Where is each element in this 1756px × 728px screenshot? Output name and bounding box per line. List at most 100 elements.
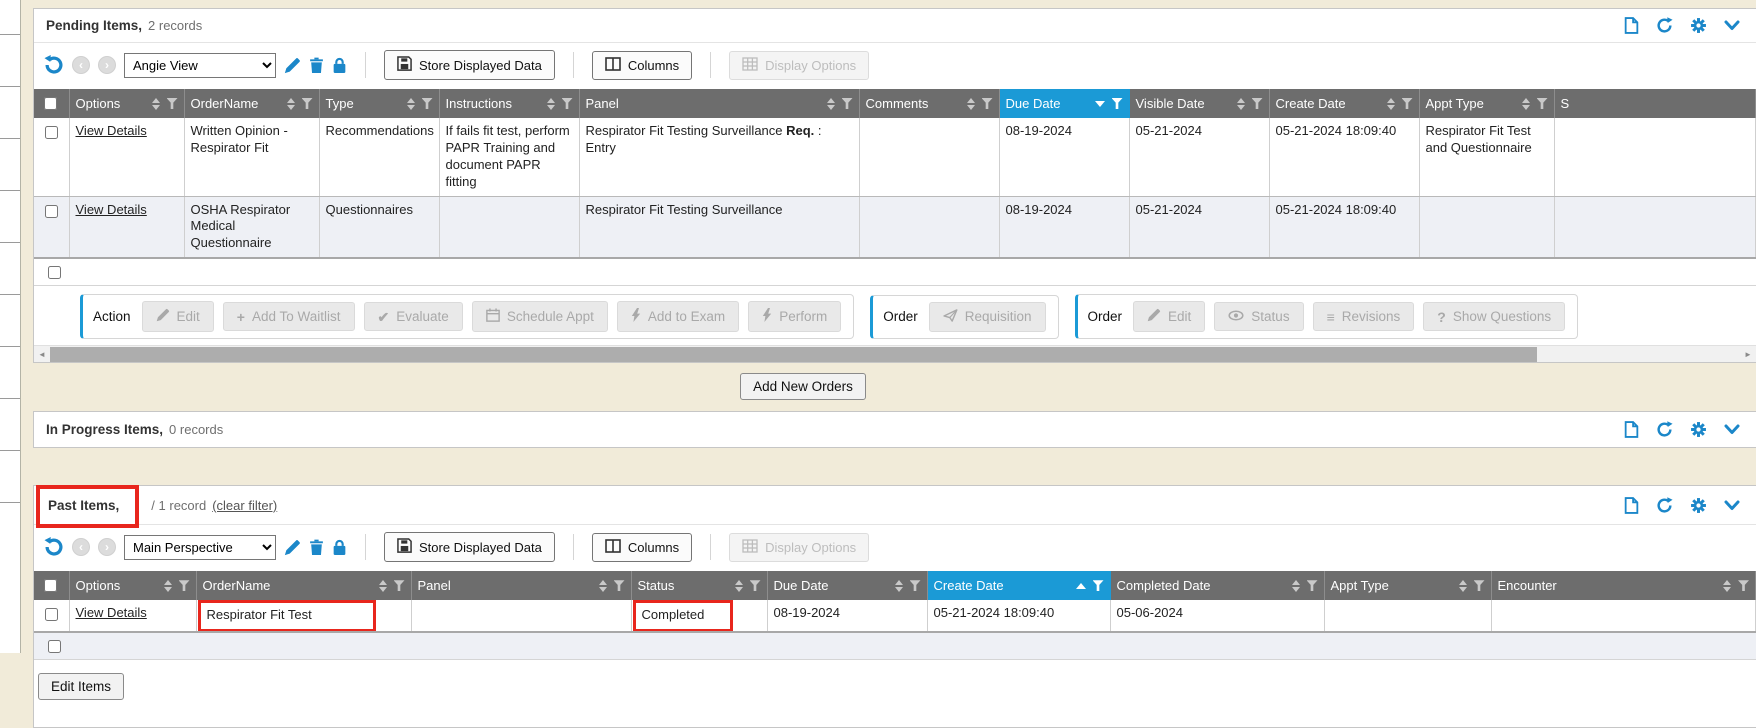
- sort-icon[interactable]: [599, 580, 607, 592]
- sort-icon[interactable]: [1292, 580, 1300, 592]
- view-details-link[interactable]: View Details: [76, 605, 147, 620]
- refresh-icon[interactable]: [1656, 17, 1673, 34]
- sort-icon[interactable]: [1459, 580, 1467, 592]
- row-checkbox[interactable]: [45, 608, 58, 621]
- refresh-icon[interactable]: [1656, 421, 1673, 438]
- prev-view-button[interactable]: ‹: [72, 538, 90, 556]
- column-header-due-date[interactable]: Due Date: [767, 571, 927, 600]
- sort-icon[interactable]: [895, 580, 903, 592]
- scrollbar-track[interactable]: [50, 346, 1740, 362]
- new-document-icon[interactable]: [1624, 421, 1639, 438]
- collapse-chevron-icon[interactable]: [1724, 500, 1740, 511]
- sort-icon[interactable]: [1237, 98, 1245, 110]
- reset-view-icon[interactable]: [44, 537, 64, 557]
- scroll-left-arrow[interactable]: ◄: [34, 346, 50, 363]
- column-header-options[interactable]: Options: [69, 89, 184, 118]
- sort-icon[interactable]: [967, 98, 975, 110]
- filter-funnel-icon[interactable]: [394, 580, 405, 591]
- filter-funnel-icon[interactable]: [179, 580, 190, 591]
- filter-funnel-icon[interactable]: [562, 98, 573, 109]
- column-header-visible-date[interactable]: Visible Date: [1129, 89, 1269, 118]
- add-to-exam-button[interactable]: Add to Exam: [617, 301, 739, 332]
- delete-view-trash-icon[interactable]: [309, 57, 324, 74]
- select-all-checkbox[interactable]: [44, 579, 57, 592]
- sort-icon[interactable]: [1723, 580, 1731, 592]
- store-displayed-data-button[interactable]: Store Displayed Data: [384, 532, 555, 562]
- column-header-completed-date[interactable]: Completed Date: [1110, 571, 1324, 600]
- view-selector[interactable]: Angie View: [124, 53, 276, 78]
- sort-icon[interactable]: [152, 98, 160, 110]
- perform-button[interactable]: Perform: [748, 301, 841, 332]
- column-header-panel[interactable]: Panel: [579, 89, 859, 118]
- sort-icon[interactable]: [1387, 98, 1395, 110]
- filter-funnel-icon[interactable]: [167, 98, 178, 109]
- show-questions-button[interactable]: ?Show Questions: [1423, 302, 1565, 331]
- column-header-cut-off[interactable]: S: [1554, 89, 1756, 118]
- prev-view-button[interactable]: ‹: [72, 56, 90, 74]
- column-header-status[interactable]: Status: [631, 571, 767, 600]
- column-header-encounter[interactable]: Encounter: [1491, 571, 1756, 600]
- column-header-ordername[interactable]: OrderName: [196, 571, 411, 600]
- sort-icon[interactable]: [407, 98, 415, 110]
- display-options-button[interactable]: Display Options: [729, 51, 869, 80]
- select-all-checkbox[interactable]: [48, 266, 61, 279]
- sort-icon[interactable]: [164, 580, 172, 592]
- display-options-button[interactable]: Display Options: [729, 533, 869, 562]
- next-view-button[interactable]: ›: [98, 538, 116, 556]
- refresh-icon[interactable]: [1656, 497, 1673, 514]
- add-to-waitlist-button[interactable]: +Add To Waitlist: [223, 302, 355, 331]
- columns-button[interactable]: Columns: [592, 51, 692, 80]
- reset-view-icon[interactable]: [44, 55, 64, 75]
- sort-icon[interactable]: [547, 98, 555, 110]
- filter-funnel-icon[interactable]: [982, 98, 993, 109]
- edit-order-button[interactable]: Edit: [1133, 301, 1205, 332]
- delete-view-trash-icon[interactable]: [309, 539, 324, 556]
- new-document-icon[interactable]: [1624, 17, 1639, 34]
- filter-funnel-icon[interactable]: [1537, 98, 1548, 109]
- settings-gear-icon[interactable]: [1690, 421, 1707, 438]
- column-header-appt-type[interactable]: Appt Type: [1324, 571, 1491, 600]
- view-selector[interactable]: Main Perspective: [124, 535, 276, 560]
- sort-descending-icon[interactable]: [1095, 101, 1105, 107]
- sort-ascending-icon[interactable]: [1076, 583, 1086, 589]
- store-displayed-data-button[interactable]: Store Displayed Data: [384, 50, 555, 80]
- sort-icon[interactable]: [379, 580, 387, 592]
- requisition-button[interactable]: Requisition: [929, 302, 1046, 332]
- lock-view-icon[interactable]: [332, 539, 347, 556]
- sort-icon[interactable]: [735, 580, 743, 592]
- settings-gear-icon[interactable]: [1690, 17, 1707, 34]
- column-header-create-date[interactable]: Create Date: [927, 571, 1110, 600]
- column-header-due-date[interactable]: Due Date: [999, 89, 1129, 118]
- edit-button[interactable]: Edit: [142, 301, 214, 332]
- filter-funnel-icon[interactable]: [422, 98, 433, 109]
- column-header-create-date[interactable]: Create Date: [1269, 89, 1419, 118]
- filter-funnel-icon[interactable]: [1738, 580, 1749, 591]
- filter-funnel-icon[interactable]: [1252, 98, 1263, 109]
- column-header-options[interactable]: Options: [69, 571, 196, 600]
- row-checkbox[interactable]: [45, 205, 58, 218]
- edit-items-button[interactable]: Edit Items: [38, 673, 124, 700]
- add-new-orders-button[interactable]: Add New Orders: [740, 373, 866, 400]
- filter-funnel-icon[interactable]: [1474, 580, 1485, 591]
- edit-view-pencil-icon[interactable]: [284, 57, 301, 74]
- filter-funnel-icon[interactable]: [302, 98, 313, 109]
- filter-funnel-icon[interactable]: [1402, 98, 1413, 109]
- collapse-chevron-icon[interactable]: [1724, 20, 1740, 31]
- column-header-type[interactable]: Type: [319, 89, 439, 118]
- filter-funnel-icon[interactable]: [614, 580, 625, 591]
- revisions-button[interactable]: ≡Revisions: [1313, 302, 1415, 331]
- view-details-link[interactable]: View Details: [76, 202, 147, 217]
- row-checkbox[interactable]: [45, 126, 58, 139]
- column-header-instructions[interactable]: Instructions: [439, 89, 579, 118]
- evaluate-button[interactable]: ✔Evaluate: [364, 302, 463, 331]
- horizontal-scrollbar[interactable]: ◄ ►: [34, 345, 1756, 362]
- settings-gear-icon[interactable]: [1690, 497, 1707, 514]
- schedule-appt-button[interactable]: Schedule Appt: [472, 301, 608, 332]
- edit-view-pencil-icon[interactable]: [284, 539, 301, 556]
- sort-icon[interactable]: [287, 98, 295, 110]
- select-all-checkbox[interactable]: [44, 97, 57, 110]
- columns-button[interactable]: Columns: [592, 533, 692, 562]
- filter-funnel-icon[interactable]: [1112, 98, 1123, 109]
- lock-view-icon[interactable]: [332, 57, 347, 74]
- scroll-right-arrow[interactable]: ►: [1740, 346, 1756, 363]
